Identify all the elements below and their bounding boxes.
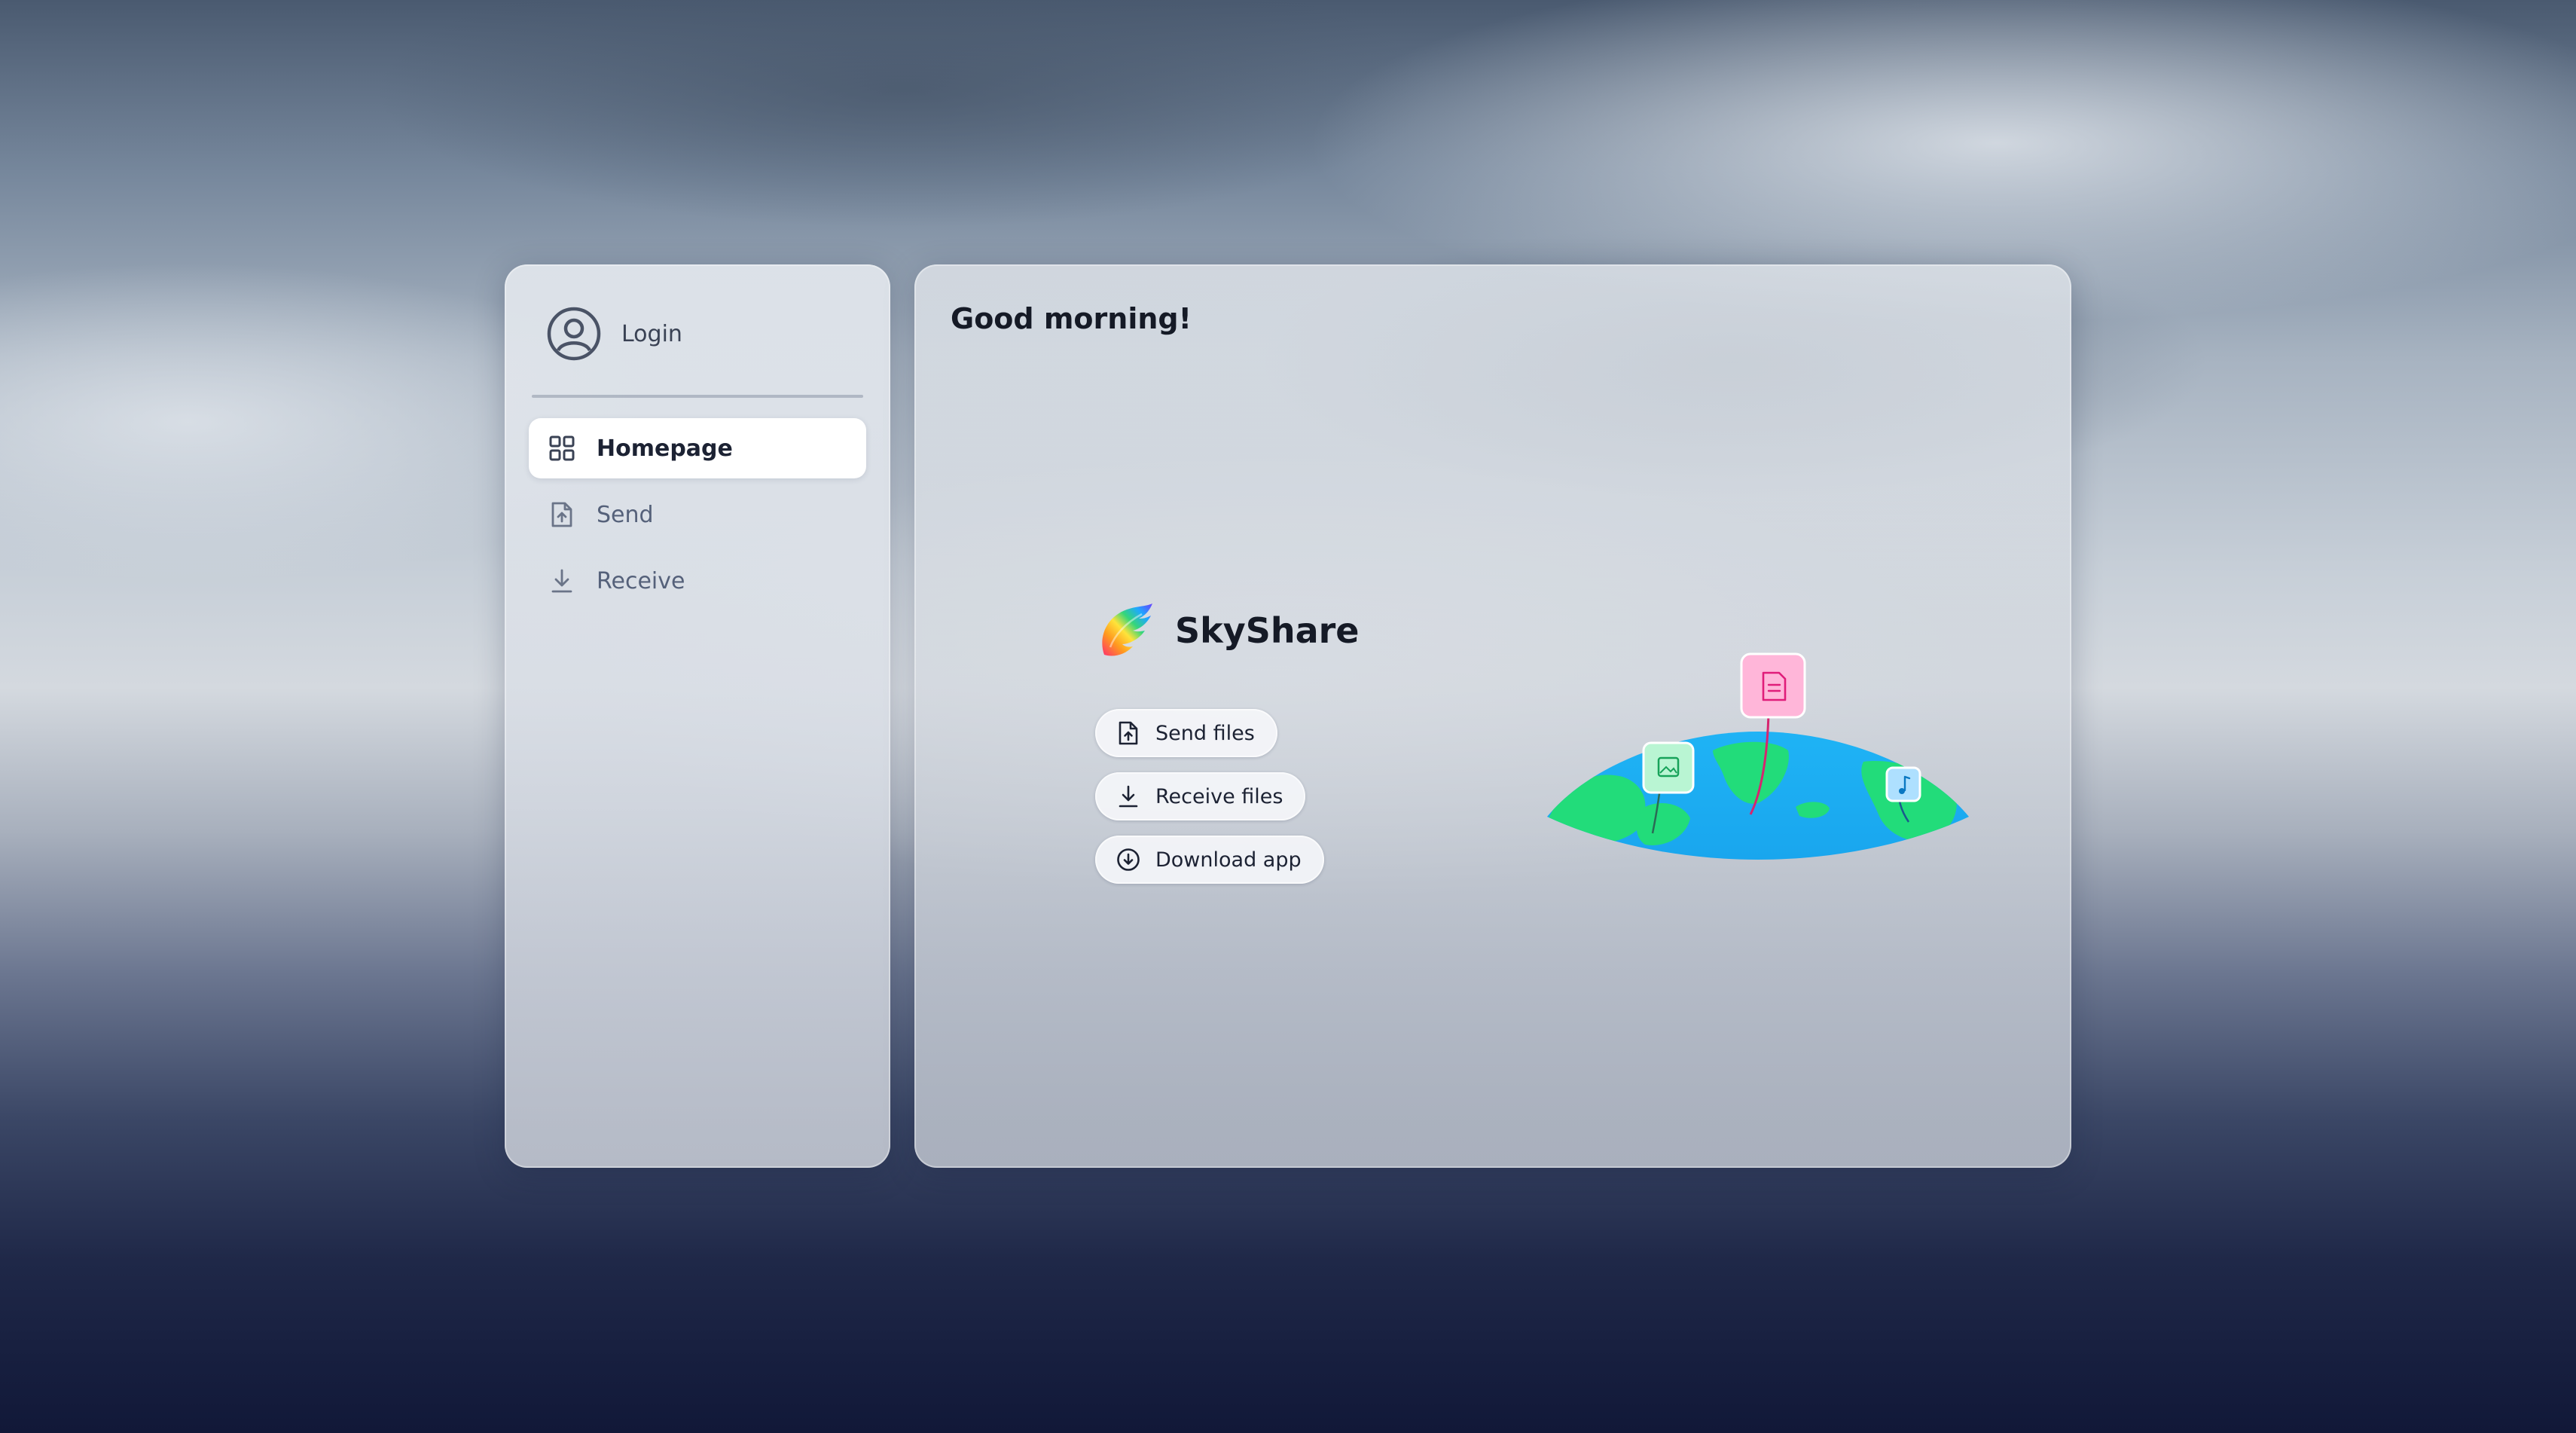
grid-icon [548,435,575,462]
sidebar-item-homepage[interactable]: Homepage [529,418,866,478]
send-files-button[interactable]: Send files [1095,709,1277,757]
music-file-tile [1885,766,1921,802]
download-icon [548,567,575,594]
send-files-label: Send files [1155,721,1255,745]
sidebar-item-label: Homepage [597,435,733,462]
login-label: Login [621,320,682,347]
sidebar-item-label: Send [597,501,654,528]
sidebar-item-send[interactable]: Send [529,484,866,545]
file-upload-icon [548,501,575,528]
download-icon [1116,784,1140,808]
download-app-button[interactable]: Download app [1095,836,1324,884]
skyshare-logo-icon [1102,603,1152,656]
download-app-label: Download app [1155,848,1302,872]
receive-files-label: Receive files [1155,784,1283,808]
document-file-tile [1740,652,1806,719]
main-panel: Good morning! SkyShare Send files Receiv… [914,264,2071,1168]
receive-files-button[interactable]: Receive files [1095,772,1306,820]
circle-download-icon [1116,848,1140,872]
file-upload-icon [1116,721,1140,745]
sidebar-panel: Login Homepage Send Receive [505,264,890,1168]
login-button[interactable]: Login [546,306,682,362]
sidebar-item-receive[interactable]: Receive [529,551,866,611]
globe-illustration [1547,652,1969,860]
image-file-tile [1642,741,1695,794]
sidebar-divider [532,395,863,398]
user-avatar-icon [547,307,601,361]
sidebar-item-label: Receive [597,567,685,594]
brand-name: SkyShare [1175,610,1360,651]
brand: SkyShare [1095,600,1360,661]
page-title: Good morning! [951,302,1192,335]
